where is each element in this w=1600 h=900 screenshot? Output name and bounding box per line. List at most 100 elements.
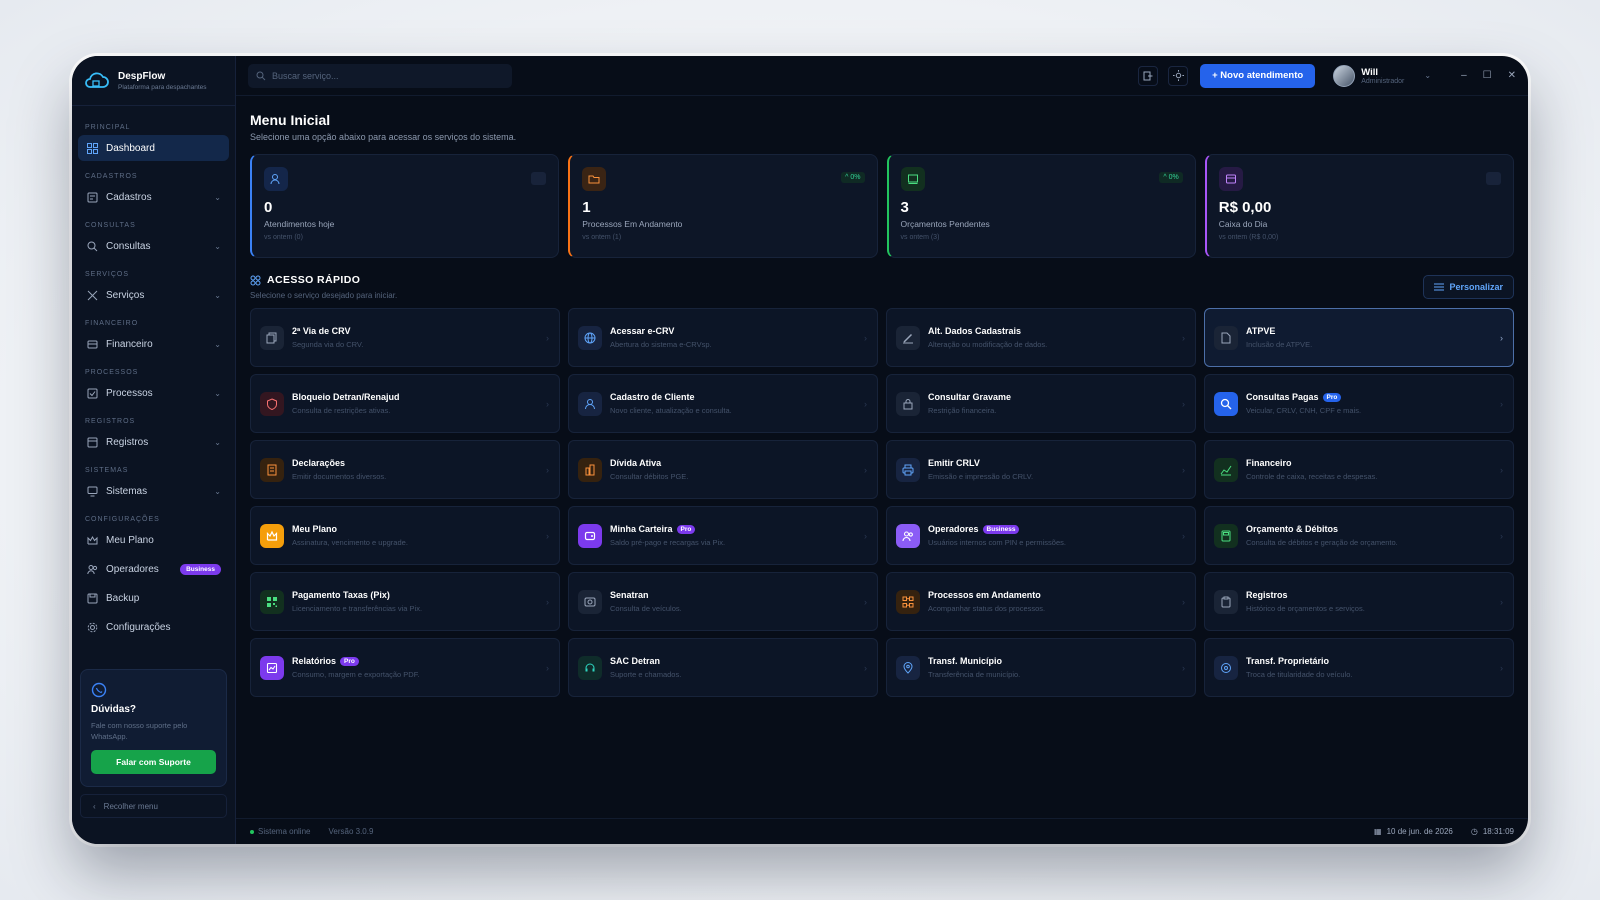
- theme-toggle-button[interactable]: [1168, 65, 1189, 86]
- chevron-right-icon: ›: [1500, 662, 1503, 673]
- stat-card-orcamentos: ^ 0% 3 Orçamentos Pendentes vs ontem (3): [886, 154, 1196, 258]
- search-icon: [86, 240, 98, 252]
- calendar-icon: ▦: [1374, 827, 1382, 836]
- service-card[interactable]: Meu Plano Assinatura, vencimento e upgrad…: [250, 506, 560, 565]
- user-menu[interactable]: Will Administrador ⌄: [1333, 64, 1431, 87]
- maximize-icon[interactable]: ☐: [1483, 70, 1492, 81]
- service-card[interactable]: Processos em Andamento Acompanhar status …: [886, 572, 1196, 631]
- tools-icon: [86, 289, 98, 301]
- current-date-text: 10 de jun. de 2026: [1386, 827, 1453, 836]
- close-icon[interactable]: ✕: [1508, 70, 1516, 81]
- service-card[interactable]: Senatran Consulta de veículos. ›: [568, 572, 878, 631]
- service-card[interactable]: Transf. Município Transferência de municí…: [886, 638, 1196, 697]
- chevron-left-icon: ‹: [93, 801, 96, 811]
- service-card[interactable]: Operadores Business Usuários internos com …: [886, 506, 1196, 565]
- sidebar-item-backup[interactable]: Backup: [78, 585, 229, 611]
- sidebar-item-configuracoes[interactable]: Configurações: [78, 614, 229, 640]
- brand: DespFlow Plataforma para despachantes: [72, 56, 235, 106]
- chevron-right-icon: ›: [864, 332, 867, 343]
- personalize-label: Personalizar: [1449, 282, 1503, 292]
- current-time: ◷ 18:31:09: [1471, 827, 1514, 836]
- printer-icon: [896, 457, 920, 482]
- app-window: DespFlow Plataforma para despachantes PR…: [72, 56, 1528, 844]
- new-service-button[interactable]: + Novo atendimento: [1200, 63, 1316, 88]
- nav-section-title: CONFIGURAÇÕES: [85, 516, 160, 523]
- quick-access-title: ACESSO RÁPIDO: [250, 274, 397, 286]
- sidebar-item-meu-plano[interactable]: Meu Plano: [78, 527, 229, 553]
- nav-section-title: CADASTROS: [85, 173, 138, 180]
- system-status: Sistema online: [250, 827, 310, 836]
- sidebar-item-consultas[interactable]: Consultas ⌄: [78, 233, 229, 259]
- service-card[interactable]: Financeiro Controle de caixa, receitas e …: [1204, 440, 1514, 499]
- minimize-icon[interactable]: –: [1461, 70, 1467, 81]
- stat-card-processos: ^ 0% 1 Processos Em Andamento vs ontem (…: [568, 154, 878, 258]
- service-title: Consultas Pagas Pro: [1246, 392, 1361, 402]
- sidebar-item-financeiro[interactable]: Financeiro ⌄: [78, 331, 229, 357]
- service-title-text: Minha Carteira: [610, 524, 673, 534]
- service-card[interactable]: Declarações Emitir documentos diversos. ›: [250, 440, 560, 499]
- service-card[interactable]: Dívida Ativa Consultar débitos PGE. ›: [568, 440, 878, 499]
- service-desc: Usuários internos com PIN e permissões.: [928, 538, 1066, 547]
- camera-search-icon: [578, 589, 602, 614]
- chevron-right-icon: ›: [546, 596, 549, 607]
- dashboard-icon: [86, 142, 98, 154]
- quick-access-header: ACESSO RÁPIDO Selecione o serviço deseja…: [250, 274, 1514, 300]
- search-icon: [1214, 391, 1238, 416]
- sidebar-item-servicos[interactable]: Serviços ⌄: [78, 282, 229, 308]
- service-card[interactable]: Pagamento Taxas (Pix) Licenciamento e tra…: [250, 572, 560, 631]
- service-card[interactable]: Orçamento & Débitos Consulta de débitos e…: [1204, 506, 1514, 565]
- chevron-right-icon: ›: [546, 332, 549, 343]
- logout-button[interactable]: [1138, 65, 1159, 86]
- sidebar-item-operadores[interactable]: Operadores Business: [78, 556, 229, 582]
- chart-line-icon: [1214, 457, 1238, 482]
- sidebar-item-registros[interactable]: Registros ⌄: [78, 429, 229, 455]
- sidebar-item-processos[interactable]: Processos ⌄: [78, 380, 229, 406]
- service-title: Minha Carteira Pro: [610, 524, 725, 534]
- stat-value: R$ 0,00: [1218, 199, 1272, 216]
- service-title: Emitir CRLV: [928, 458, 980, 468]
- service-card[interactable]: SAC Detran Suporte e chamados. ›: [568, 638, 878, 697]
- service-title-text: Operadores: [928, 524, 979, 534]
- service-card[interactable]: Registros Histórico de orçamentos e servi…: [1204, 572, 1514, 631]
- id-card-icon: [86, 191, 98, 203]
- stat-card-caixa: R$ 0,00 Caixa do Dia vs ontem (R$ 0,00): [1204, 154, 1514, 258]
- sidebar-item-label: Serviços: [106, 289, 145, 301]
- service-card[interactable]: Consultar Gravame Restrição financeira. ›: [886, 374, 1196, 433]
- collapse-menu-button[interactable]: ‹ Recolher menu: [80, 794, 227, 818]
- search-input[interactable]: Buscar serviço...: [248, 63, 512, 88]
- service-card[interactable]: Cadastro de Cliente Novo cliente, atualiz…: [568, 374, 878, 433]
- service-card[interactable]: 2ª Via de CRV Segunda via do CRV. ›: [250, 308, 560, 367]
- service-card[interactable]: Minha Carteira Pro Saldo pré-pago e recarg…: [568, 506, 878, 565]
- service-title: Relatórios Pro: [292, 656, 420, 666]
- service-card[interactable]: Consultas Pagas Pro Veicular, CRLV, CNH, C…: [1204, 374, 1514, 433]
- personalize-button[interactable]: Personalizar: [1423, 275, 1514, 299]
- stat-compare: vs ontem (1): [582, 234, 622, 241]
- sidebar-item-cadastros[interactable]: Cadastros ⌄: [78, 184, 229, 210]
- sidebar-item-sistemas[interactable]: Sistemas ⌄: [78, 478, 229, 504]
- service-title: Acessar e-CRV: [610, 326, 675, 336]
- service-card[interactable]: Bloqueio Detran/Renajud Consulta de restr…: [250, 374, 560, 433]
- service-card[interactable]: Transf. Proprietário Troca de titularidad…: [1204, 638, 1514, 697]
- service-title: Consultar Gravame: [928, 392, 1012, 402]
- service-title: Bloqueio Detran/Renajud: [292, 392, 400, 402]
- document-icon: [260, 457, 284, 482]
- service-desc: Veicular, CRLV, CNH, CPF e mais.: [1246, 406, 1362, 415]
- monitor-icon: [86, 485, 98, 497]
- service-desc: Novo cliente, atualização e consulta.: [610, 406, 732, 415]
- business-badge: Business: [982, 524, 1020, 534]
- sidebar-item-dashboard[interactable]: Dashboard: [78, 135, 229, 161]
- contact-support-button[interactable]: Falar com Suporte: [91, 750, 216, 774]
- folder-icon: [582, 167, 607, 191]
- stat-value: 0: [264, 199, 273, 216]
- stats-row: 0 Atendimentos hoje vs ontem (0) ^ 0% 1 …: [250, 154, 1514, 258]
- service-card[interactable]: Emitir CRLV Emissão e impressão do CRLV. …: [886, 440, 1196, 499]
- service-card[interactable]: Alt. Dados Cadastrais Alteração ou modifi…: [886, 308, 1196, 367]
- status-bar: Sistema online Versão 3.0.9 ▦ 10 de jun. …: [236, 818, 1528, 844]
- service-card[interactable]: Acessar e-CRV Abertura do sistema e-CRVsp…: [568, 308, 878, 367]
- chevron-down-icon: ⌄: [214, 437, 221, 447]
- avatar: [1333, 64, 1356, 87]
- headset-icon: [578, 655, 602, 680]
- service-card[interactable]: Relatórios Pro Consumo, margem e exportaçã…: [250, 638, 560, 697]
- chevron-down-icon: ⌄: [214, 339, 221, 349]
- service-card-selected[interactable]: ATPVE Inclusão de ATPVE. ›: [1204, 308, 1514, 367]
